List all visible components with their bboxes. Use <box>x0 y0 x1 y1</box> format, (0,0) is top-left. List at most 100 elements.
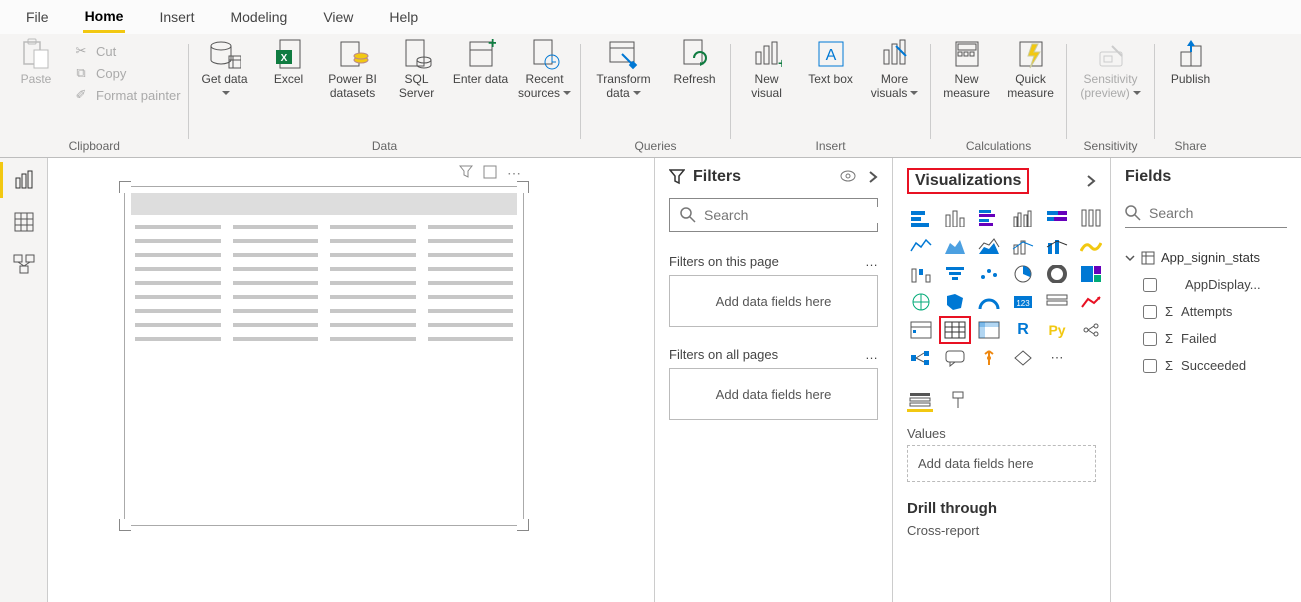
viz-r[interactable]: R <box>1009 318 1037 342</box>
fields-search-input[interactable] <box>1149 205 1301 221</box>
table-visual[interactable]: ⋯ <box>124 186 524 526</box>
viz-waterfall[interactable] <box>907 262 935 286</box>
field-item[interactable]: ΣSucceeded <box>1143 358 1287 373</box>
transform-data-button[interactable]: Transform data <box>589 38 659 100</box>
collapse-icon[interactable] <box>868 170 878 184</box>
viz-stacked-bar[interactable] <box>907 206 935 230</box>
more-options-icon[interactable]: ⋯ <box>507 165 521 182</box>
tab-file[interactable]: File <box>24 3 51 31</box>
viz-map[interactable] <box>907 290 935 314</box>
model-view-button[interactable] <box>12 252 36 276</box>
excel-button[interactable]: X Excel <box>261 38 317 86</box>
tab-modeling[interactable]: Modeling <box>228 3 289 31</box>
refresh-button[interactable]: Refresh <box>667 38 723 86</box>
field-item[interactable]: ΣAttempts <box>1143 304 1287 319</box>
viz-stacked-area[interactable] <box>975 234 1003 258</box>
sensitivity-button[interactable]: Sensitivity (preview) <box>1075 38 1147 100</box>
viz-treemap[interactable] <box>1077 262 1105 286</box>
report-canvas[interactable]: ⋯ <box>48 158 655 602</box>
resize-handle[interactable] <box>119 181 131 193</box>
fields-tab[interactable] <box>907 388 933 412</box>
viz-key-influencers[interactable] <box>1077 318 1105 342</box>
format-painter-button[interactable]: ✐Format painter <box>72 86 181 104</box>
field-table[interactable]: App_signin_stats <box>1125 250 1287 265</box>
tab-home[interactable]: Home <box>83 2 126 33</box>
viz-more[interactable]: ⋯ <box>1043 346 1071 370</box>
tab-view[interactable]: View <box>321 3 355 31</box>
viz-paginated[interactable] <box>975 346 1003 370</box>
filters-search-input[interactable] <box>704 207 885 223</box>
tab-insert[interactable]: Insert <box>157 3 196 31</box>
viz-kpi[interactable] <box>1077 290 1105 314</box>
viz-donut[interactable] <box>1043 262 1071 286</box>
viz-arcgis[interactable] <box>1009 346 1037 370</box>
viz-line-stacked[interactable] <box>1043 234 1071 258</box>
viz-stacked-column[interactable] <box>941 206 969 230</box>
report-view-button[interactable] <box>12 168 36 192</box>
format-tab[interactable] <box>947 388 973 412</box>
viz-multi-card[interactable] <box>1043 290 1071 314</box>
pbi-datasets-button[interactable]: Power BI datasets <box>325 38 381 100</box>
values-dropzone[interactable]: Add data fields here <box>907 445 1096 482</box>
viz-matrix[interactable] <box>975 318 1003 342</box>
viz-card[interactable]: 123 <box>1009 290 1037 314</box>
viz-table[interactable] <box>941 318 969 342</box>
viz-clustered-column[interactable] <box>1009 206 1037 230</box>
field-item[interactable]: ΣFailed <box>1143 331 1287 346</box>
new-measure-button[interactable]: New measure <box>939 38 995 100</box>
viz-line-clustered[interactable] <box>1009 234 1037 258</box>
viz-pie[interactable] <box>1009 262 1037 286</box>
collapse-icon[interactable] <box>1086 174 1096 188</box>
paste-label: Paste <box>21 72 52 86</box>
filter-icon[interactable] <box>459 165 473 182</box>
cut-button[interactable]: ✂Cut <box>72 42 181 60</box>
viz-scatter[interactable] <box>975 262 1003 286</box>
viz-slicer[interactable] <box>907 318 935 342</box>
filters-search[interactable] <box>669 198 878 232</box>
resize-handle[interactable] <box>517 519 529 531</box>
text-box-button[interactable]: A Text box <box>803 38 859 86</box>
data-view-button[interactable] <box>12 210 36 234</box>
viz-filled-map[interactable] <box>941 290 969 314</box>
viz-line[interactable] <box>907 234 935 258</box>
resize-handle[interactable] <box>517 181 529 193</box>
viz-100-stacked-bar[interactable] <box>1043 206 1071 230</box>
field-checkbox[interactable] <box>1143 305 1157 319</box>
viz-python[interactable]: Py <box>1043 318 1071 342</box>
viz-subtabs <box>907 388 1096 412</box>
field-checkbox[interactable] <box>1143 332 1157 346</box>
recent-sources-button[interactable]: Recent sources <box>517 38 573 100</box>
quick-measure-button[interactable]: Quick measure <box>1003 38 1059 100</box>
publish-button[interactable]: Publish <box>1163 38 1219 86</box>
viz-decomposition[interactable] <box>907 346 935 370</box>
field-item[interactable]: AppDisplay... <box>1143 277 1287 292</box>
focus-mode-icon[interactable] <box>483 165 497 182</box>
more-visuals-icon <box>879 38 911 70</box>
filters-all-dropzone[interactable]: Add data fields here <box>669 368 878 420</box>
tab-help[interactable]: Help <box>387 3 420 31</box>
copy-button[interactable]: ⧉Copy <box>72 64 181 82</box>
filters-page-dropzone[interactable]: Add data fields here <box>669 275 878 327</box>
filters-title: Filters <box>693 168 741 186</box>
viz-100-stacked-column[interactable] <box>1077 206 1105 230</box>
viz-area[interactable] <box>941 234 969 258</box>
enter-data-button[interactable]: + Enter data <box>453 38 509 86</box>
viz-funnel[interactable] <box>941 262 969 286</box>
show-hide-icon[interactable] <box>840 170 856 184</box>
more-visuals-button[interactable]: More visuals <box>867 38 923 100</box>
viz-clustered-bar[interactable] <box>975 206 1003 230</box>
paste-button[interactable]: Paste <box>8 38 64 86</box>
more-icon[interactable]: … <box>865 347 878 362</box>
viz-ribbon[interactable] <box>1077 234 1105 258</box>
viz-gauge[interactable] <box>975 290 1003 314</box>
sql-server-button[interactable]: SQL Server <box>389 38 445 100</box>
field-checkbox[interactable] <box>1143 359 1157 373</box>
new-visual-button[interactable]: + New visual <box>739 38 795 100</box>
resize-handle[interactable] <box>119 519 131 531</box>
viz-qa[interactable] <box>941 346 969 370</box>
chevron-down-icon <box>630 86 641 100</box>
more-icon[interactable]: … <box>865 254 878 269</box>
get-data-button[interactable]: Get data <box>197 38 253 100</box>
fields-search[interactable] <box>1125 198 1287 228</box>
field-checkbox[interactable] <box>1143 278 1157 292</box>
